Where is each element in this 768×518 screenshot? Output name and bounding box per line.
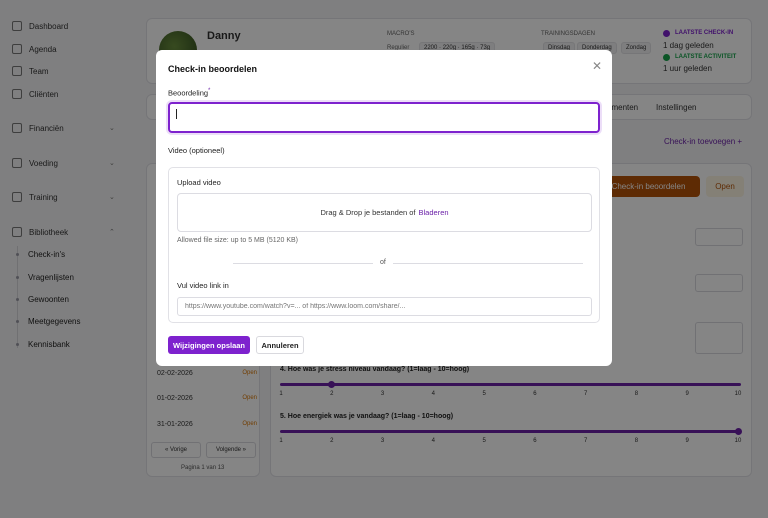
text-caret — [176, 109, 177, 119]
required-mark: * — [208, 88, 211, 94]
modal-title: Check-in beoordelen — [168, 64, 258, 74]
video-label: Video (optioneel) — [168, 146, 225, 155]
dropzone-text: Drag & Drop je bestanden of — [320, 208, 416, 217]
video-section: Upload video Drag & Drop je bestanden of… — [168, 167, 600, 323]
upload-title: Upload video — [177, 178, 221, 187]
divider — [393, 263, 583, 264]
save-button[interactable]: Wijzigingen opslaan — [168, 336, 250, 354]
divider — [233, 263, 373, 264]
cancel-button[interactable]: Annuleren — [256, 336, 304, 354]
rating-input[interactable] — [168, 102, 600, 133]
video-link-label: Vul video link in — [177, 281, 229, 290]
or-separator: of — [380, 259, 386, 266]
review-checkin-modal: Check-in beoordelen ✕ Beoordeling* Video… — [156, 50, 612, 366]
file-dropzone[interactable]: Drag & Drop je bestanden of Bladeren — [177, 193, 592, 232]
rating-label-text: Beoordeling — [168, 88, 209, 98]
browse-link[interactable]: Bladeren — [419, 208, 449, 217]
file-size-hint: Allowed file size: up to 5 MB (5120 KB) — [177, 237, 299, 244]
video-link-input[interactable] — [177, 297, 592, 316]
rating-label: Beoordeling* — [168, 88, 210, 98]
close-icon[interactable]: ✕ — [592, 59, 602, 73]
